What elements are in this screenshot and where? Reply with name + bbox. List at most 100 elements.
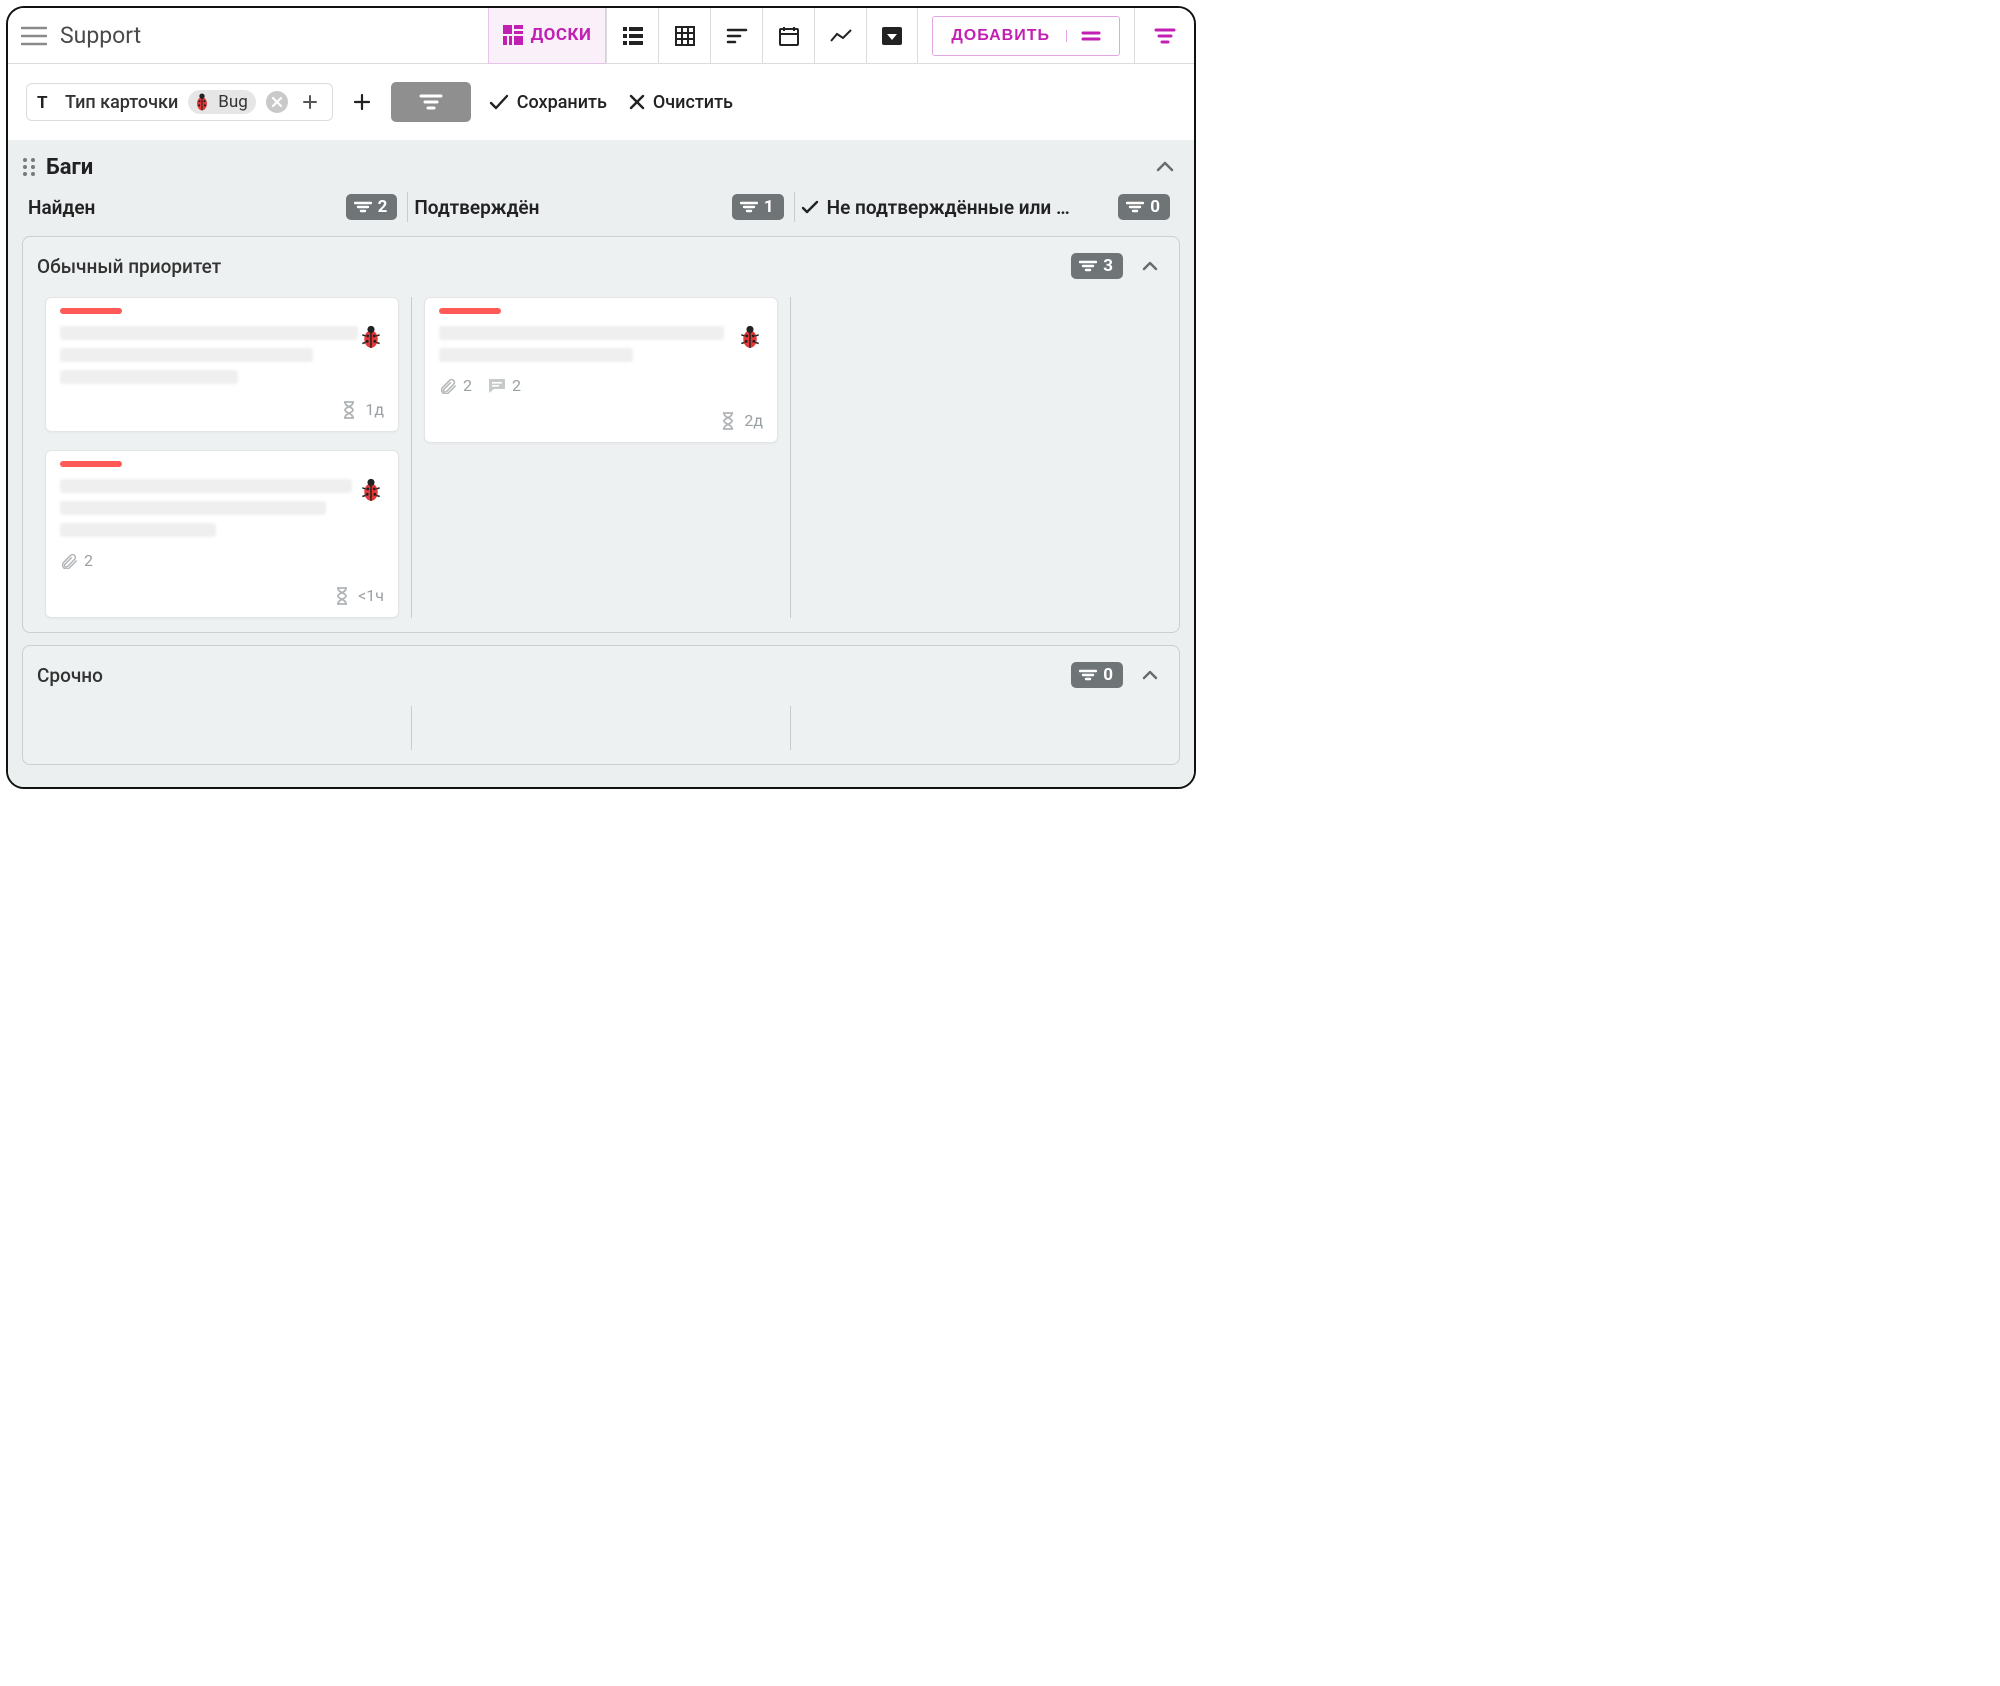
swimlane-header[interactable]: Обычный приоритет3 — [23, 237, 1179, 295]
column-header[interactable]: Найден 2 — [22, 192, 408, 222]
filter-toggle-button[interactable] — [391, 82, 471, 122]
column-count-pill[interactable]: 1 — [732, 194, 784, 220]
swimlane-columns — [23, 704, 1179, 764]
page-title: Support — [60, 22, 161, 49]
column-name: Не подтверждённые или … — [801, 196, 1119, 219]
timeline-icon — [726, 28, 748, 44]
swimlane-column[interactable] — [791, 706, 1169, 750]
swimlane-column[interactable] — [791, 297, 1169, 618]
bug-icon — [358, 324, 384, 354]
card-footer: 1д — [60, 400, 384, 419]
card-meta: 22 — [439, 376, 763, 395]
swimlane-count-pill[interactable]: 3 — [1071, 253, 1123, 279]
card-meta: 2 — [60, 551, 384, 570]
save-filter-button[interactable]: Сохранить — [485, 86, 611, 119]
card-time: <1ч — [358, 586, 384, 605]
column-count: 0 — [1150, 197, 1160, 217]
filter-chip-add-value[interactable] — [298, 90, 322, 114]
column-header[interactable]: Не подтверждённые или … 0 — [795, 192, 1180, 222]
swimlane-count: 0 — [1103, 665, 1113, 685]
view-tabs: ДОСКИ — [488, 8, 919, 64]
swimlane-columns: 1д2<1ч222д — [23, 295, 1179, 632]
add-button-label: ДОБАВИТЬ — [951, 27, 1050, 45]
filter-chip-value: Bug — [188, 90, 256, 114]
filter-icon — [1126, 201, 1144, 213]
type-icon: T — [37, 93, 55, 111]
card[interactable]: 2 <1ч — [45, 450, 399, 618]
comment-icon — [488, 378, 506, 394]
calendar-icon — [779, 26, 799, 46]
swimlane-column[interactable] — [33, 706, 412, 750]
plus-icon — [353, 93, 371, 111]
column-count-pill[interactable]: 2 — [346, 194, 398, 220]
card-attachments: 2 — [439, 376, 472, 395]
filter-icon — [740, 201, 758, 213]
swimlane-column[interactable]: 1д 2 <1ч — [33, 297, 412, 618]
swimlane-title: Обычный приоритет — [37, 255, 1071, 278]
svg-text:T: T — [37, 93, 48, 111]
boards-icon — [503, 25, 523, 45]
view-tab-list[interactable] — [606, 8, 658, 64]
group-header[interactable]: Баги — [8, 140, 1194, 192]
card[interactable]: 1д — [45, 297, 399, 432]
card-text-redacted — [60, 479, 384, 537]
swimlane-count-pill[interactable]: 0 — [1071, 662, 1123, 688]
column-header[interactable]: Подтверждён 1 — [408, 192, 794, 222]
column-count-pill[interactable]: 0 — [1118, 194, 1170, 220]
attachment-icon — [60, 553, 78, 569]
archive-icon — [882, 27, 902, 45]
card[interactable]: 22 2д — [424, 297, 778, 443]
view-tab-boards[interactable]: ДОСКИ — [488, 8, 607, 64]
swimlane-column[interactable] — [412, 706, 791, 750]
card-priority-stripe — [60, 461, 122, 467]
view-tab-timeline[interactable] — [710, 8, 762, 64]
clear-filter-button[interactable]: Очистить — [625, 86, 737, 119]
filter-chip-remove[interactable] — [266, 91, 288, 113]
swimlane-collapse-button[interactable] — [1135, 251, 1165, 281]
view-tab-archive[interactable] — [866, 8, 918, 64]
swimlane: Обычный приоритет31д2<1ч222д — [22, 236, 1180, 633]
column-name: Найден — [28, 196, 346, 219]
card-attachments: 2 — [60, 551, 93, 570]
swimlanes-container: Обычный приоритет31д2<1ч222дСрочно0 — [8, 236, 1194, 765]
group-collapse-button[interactable] — [1150, 152, 1180, 182]
equals-icon — [1081, 30, 1101, 42]
swimlane-header[interactable]: Срочно0 — [23, 646, 1179, 704]
chevron-up-icon — [1142, 261, 1158, 272]
check-icon — [801, 200, 819, 214]
chevron-up-icon — [1156, 161, 1174, 173]
add-filter-button[interactable] — [347, 87, 377, 117]
view-tab-calendar[interactable] — [762, 8, 814, 64]
swimlane-collapse-button[interactable] — [1135, 660, 1165, 690]
add-button[interactable]: ДОБАВИТЬ — [932, 16, 1120, 56]
bug-icon — [192, 92, 212, 112]
close-icon — [271, 96, 283, 108]
filter-icon — [1154, 28, 1176, 44]
bug-icon — [358, 477, 384, 507]
columns-header: Найден 2 Подтверждён 1 Не подтверждённые или… — [8, 192, 1194, 236]
column-count: 2 — [378, 197, 388, 217]
group-title: Баги — [46, 155, 93, 180]
grid-icon — [675, 26, 695, 46]
column-name: Подтверждён — [414, 196, 732, 219]
view-tab-chart[interactable] — [814, 8, 866, 64]
card-time: 2д — [744, 411, 763, 430]
filter-chip-card-type[interactable]: T Тип карточки Bug — [26, 83, 333, 121]
card-footer: <1ч — [60, 586, 384, 605]
swimlane-column[interactable]: 22 2д — [412, 297, 791, 618]
view-tab-grid[interactable] — [658, 8, 710, 64]
column-count: 1 — [764, 197, 774, 217]
hourglass-icon — [720, 412, 736, 430]
filter-icon — [419, 94, 443, 110]
clear-filter-label: Очистить — [653, 92, 733, 113]
app-frame: Support ДОСКИ — [6, 6, 1196, 789]
add-button-dropdown[interactable] — [1066, 30, 1101, 42]
hourglass-icon — [334, 587, 350, 605]
card-footer: 2д — [439, 411, 763, 430]
attachment-icon — [439, 378, 457, 394]
bug-icon — [737, 324, 763, 354]
drag-handle-icon[interactable] — [22, 157, 36, 177]
header-filter-button[interactable] — [1134, 8, 1194, 64]
menu-button[interactable] — [8, 8, 60, 64]
card-comments: 2 — [488, 376, 521, 395]
